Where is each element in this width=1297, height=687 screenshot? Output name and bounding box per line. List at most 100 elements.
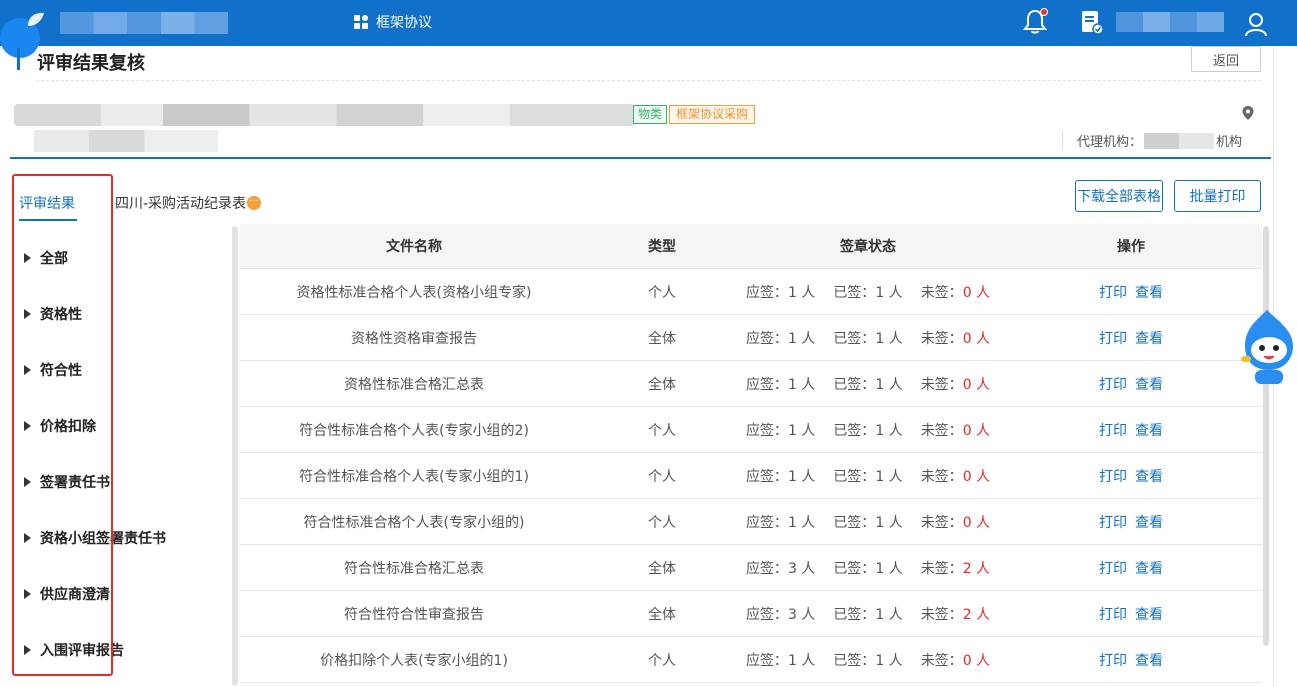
caret-right-icon	[24, 533, 31, 543]
category-tree: 全部 资格性 符合性 价格扣除 签署责任书 资格小组签署责任书 供应商澄清 入围…	[12, 230, 232, 678]
signed-count: 1	[875, 422, 885, 439]
unsigned-value: 0	[962, 468, 972, 485]
document-icon[interactable]	[1080, 9, 1104, 35]
tree-item-compliance[interactable]: 符合性	[12, 342, 232, 398]
unit-label: 人	[796, 330, 816, 347]
tree-item-sign-responsibility[interactable]: 签署责任书	[12, 454, 232, 510]
caret-right-icon	[24, 645, 31, 655]
type-cell: 个人	[648, 514, 676, 531]
type-cell: 个人	[648, 652, 676, 669]
view-link[interactable]: 查看	[1135, 331, 1163, 347]
view-link[interactable]: 查看	[1135, 423, 1163, 439]
print-link[interactable]: 打印	[1099, 377, 1127, 393]
sign-status-cell: 应签：1 人已签：1 人未签：0 人	[736, 466, 1000, 486]
signed: 已签：1 人	[833, 466, 902, 486]
download-all-button[interactable]: 下载全部表格	[1075, 180, 1163, 212]
unsigned: 未签：2 人	[921, 558, 990, 578]
should-sign-count: 3	[787, 606, 797, 623]
should-sign-label: 应签：	[745, 284, 788, 301]
view-link[interactable]: 查看	[1135, 561, 1163, 577]
tree-item-qualification-group-sign[interactable]: 资格小组签署责任书	[12, 510, 232, 566]
view-link[interactable]: 查看	[1135, 285, 1163, 301]
unit-label: 人	[884, 606, 903, 623]
tree-item-qualification[interactable]: 资格性	[12, 286, 232, 342]
unsigned-value: 0	[962, 514, 972, 531]
header-type: 类型	[648, 239, 676, 255]
signed: 已签：1 人	[833, 558, 902, 578]
print-link[interactable]: 打印	[1099, 285, 1127, 301]
unit-label: 人	[884, 652, 903, 669]
type-cell: 全体	[648, 376, 676, 393]
operations-cell: 打印 查看	[1000, 282, 1262, 302]
signed: 已签：1 人	[833, 512, 902, 532]
tab-review-result[interactable]: 评审结果	[19, 193, 75, 213]
operations-cell: 打印 查看	[1000, 420, 1262, 440]
unit-label: 人	[971, 376, 991, 393]
tree-item-price-deduction[interactable]: 价格扣除	[12, 398, 232, 454]
view-link[interactable]: 查看	[1135, 515, 1163, 531]
unsigned: 未签：0 人	[921, 282, 990, 302]
view-link[interactable]: 查看	[1135, 653, 1163, 669]
print-link[interactable]: 打印	[1099, 561, 1127, 577]
tab-activity-record[interactable]: 四川-采购活动纪录表 ···	[115, 193, 262, 213]
mascot-icon[interactable]	[1233, 306, 1297, 390]
caret-right-icon	[24, 253, 31, 263]
return-button[interactable]: 返回	[1191, 46, 1261, 72]
print-link[interactable]: 打印	[1099, 423, 1127, 439]
table-scrollbar[interactable]	[1263, 226, 1269, 646]
tree-item-supplier-clarification[interactable]: 供应商澄清	[12, 566, 232, 622]
agency-suffix: 机构	[1216, 135, 1243, 150]
print-link[interactable]: 打印	[1099, 607, 1127, 623]
unsigned: 未签：0 人	[921, 466, 990, 486]
tree-item-all[interactable]: 全部	[12, 230, 232, 286]
unsigned-count: 0 人	[963, 285, 990, 301]
divider	[36, 80, 1261, 81]
unsigned-value: 0	[962, 376, 972, 393]
signed-label: 已签：	[833, 330, 876, 347]
unsigned-value: 0	[962, 284, 972, 301]
unsigned-count: 0 人	[963, 515, 990, 531]
view-link[interactable]: 查看	[1135, 607, 1163, 623]
nav-framework-agreement[interactable]: 框架协议	[353, 12, 432, 32]
view-link[interactable]: 查看	[1135, 469, 1163, 485]
tree-scrollbar[interactable]	[232, 226, 238, 686]
unsigned: 未签：0 人	[921, 650, 990, 670]
print-link[interactable]: 打印	[1099, 331, 1127, 347]
tree-item-shortlist-report[interactable]: 入围评审报告	[12, 622, 232, 678]
nav-label: 框架协议	[376, 15, 432, 31]
notification-button[interactable]	[1022, 8, 1048, 36]
section-divider	[10, 157, 1271, 159]
should-sign-label: 应签：	[745, 514, 788, 531]
top-navigation-bar: 框架协议	[0, 0, 1297, 58]
print-link[interactable]: 打印	[1099, 653, 1127, 669]
should-sign: 应签：1 人	[746, 374, 815, 394]
category-tag: 物类	[633, 105, 668, 124]
title-accent	[17, 48, 20, 70]
file-name-cell: 符合性标准合格汇总表	[344, 560, 484, 577]
should-sign-count: 1	[787, 284, 797, 301]
header-sign-status: 签章状态	[840, 239, 896, 255]
sign-status-cell: 应签：3 人已签：1 人未签：2 人	[736, 558, 1000, 578]
unit-label: 人	[796, 560, 816, 577]
sign-status-cell: 应签：1 人已签：1 人未签：0 人	[736, 282, 1000, 302]
should-sign: 应签：3 人	[746, 604, 815, 624]
view-link[interactable]: 查看	[1135, 377, 1163, 393]
file-name-cell: 符合性标准合格个人表(专家小组的)	[303, 514, 525, 531]
print-link[interactable]: 打印	[1099, 515, 1127, 531]
print-link[interactable]: 打印	[1099, 469, 1127, 485]
file-name-cell: 资格性标准合格汇总表	[344, 376, 484, 393]
should-sign: 应签：1 人	[746, 466, 815, 486]
batch-print-button[interactable]: 批量打印	[1174, 180, 1261, 212]
tree-item-label: 入围评审报告	[40, 643, 124, 659]
sign-status-cell: 应签：1 人已签：1 人未签：0 人	[736, 328, 1000, 348]
caret-right-icon	[24, 589, 31, 599]
unit-label: 人	[884, 514, 903, 531]
project-code-redacted	[34, 130, 218, 152]
unsigned-count: 2 人	[963, 561, 990, 577]
unsigned-count: 0 人	[963, 653, 990, 669]
user-icon[interactable]	[1243, 11, 1269, 37]
unit-label: 人	[884, 422, 903, 439]
tree-item-label: 资格小组签署责任书	[40, 531, 166, 547]
agency-info: 代理机构： 机构	[1062, 131, 1242, 150]
caret-right-icon	[24, 477, 31, 487]
